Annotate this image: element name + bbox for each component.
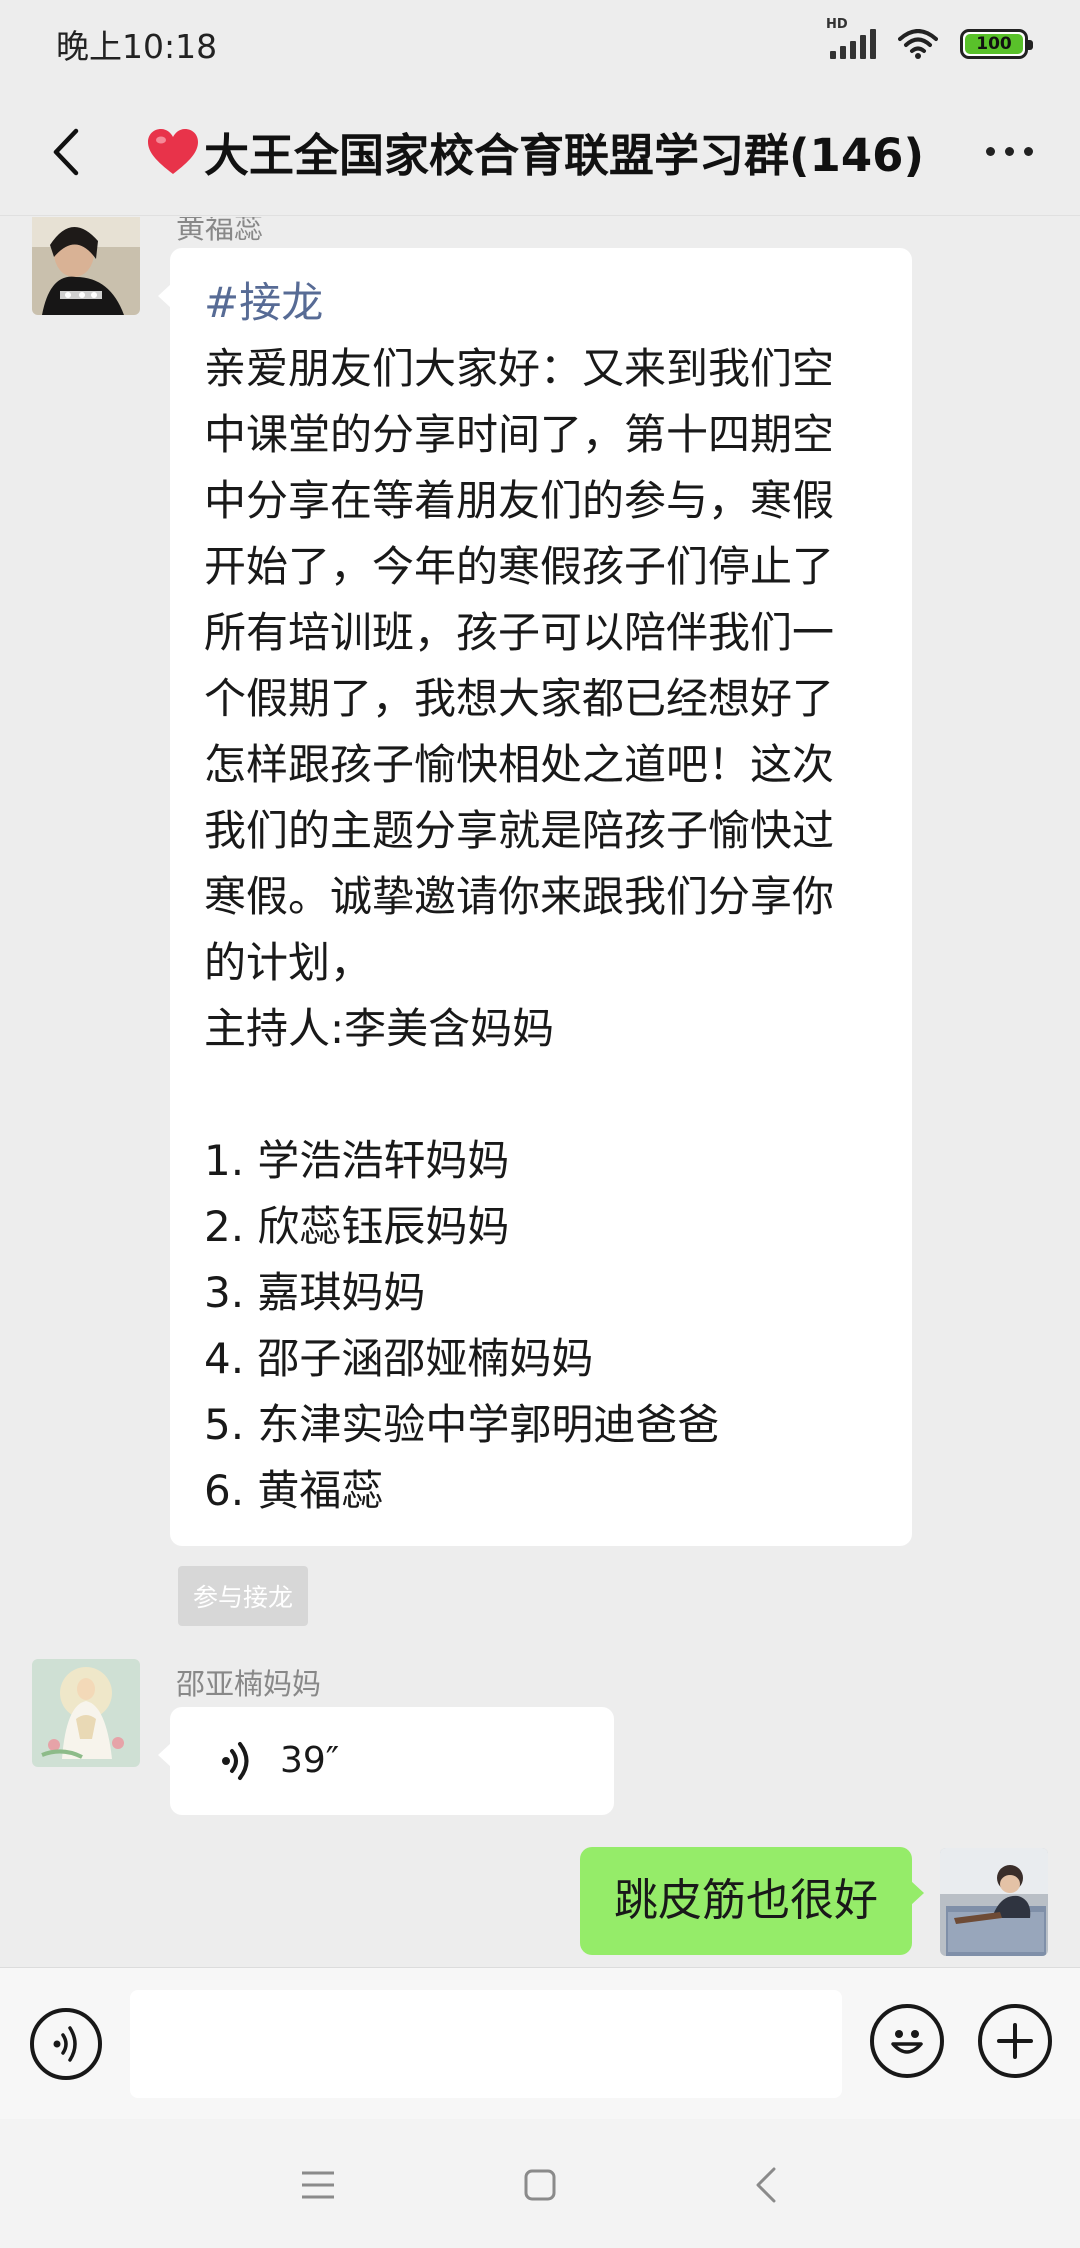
- voice-wave-icon: [53, 2026, 77, 2062]
- status-time: 晚上10:18: [56, 27, 218, 66]
- wifi-icon: [898, 29, 938, 59]
- message-line: 开始了，今年的寒假孩子们停止了: [204, 542, 835, 591]
- battery-icon: 100: [960, 29, 1033, 59]
- message-line: 中分享在等着朋友们的参与，寒假: [204, 476, 835, 525]
- signal-icon: HD: [826, 17, 876, 59]
- chat-header: 大王全国家校合育联盟学习群(146): [0, 88, 1080, 216]
- input-bar: [0, 1967, 1080, 2119]
- status-bar: 晚上10:18 HD 100: [0, 0, 1080, 88]
- message-line: 个假期了，我想大家都已经想好了: [204, 674, 835, 723]
- my-avatar[interactable]: [940, 1848, 1048, 1956]
- jielong-list-item: 4. 邵子涵邵娅楠妈妈: [204, 1334, 594, 1383]
- sent-message-bubble[interactable]: 跳皮筋也很好: [580, 1847, 924, 1955]
- plus-icon: [997, 2023, 1033, 2059]
- status-icons: HD 100: [826, 17, 1033, 59]
- voice-play-icon: [222, 1742, 249, 1780]
- sender-name: 邵亚楠妈妈: [176, 1667, 322, 1701]
- sender-name: 黄福蕊: [176, 217, 264, 245]
- jielong-list-item: 1. 学浩浩轩妈妈: [204, 1136, 510, 1185]
- chat-area[interactable]: 黄福蕊 #接龙 亲爱朋友们大家好：又来到我们空 中课堂的分享时间了，第十四期空 …: [0, 217, 1080, 1967]
- home-square-icon: [524, 2169, 556, 2201]
- jielong-tag[interactable]: #接龙: [204, 270, 878, 336]
- message-line: 亲爱朋友们大家好：又来到我们空: [204, 344, 835, 393]
- avatar[interactable]: [32, 217, 140, 315]
- voice-message-bubble[interactable]: 39″: [158, 1707, 614, 1815]
- message-line: 怎样跟孩子愉快相处之道吧！这次: [204, 740, 835, 789]
- chat-title: 大王全国家校合育联盟学习群(146): [96, 119, 974, 184]
- more-button[interactable]: [974, 122, 1044, 182]
- menu-lines-icon: [302, 2171, 334, 2199]
- smiley-icon: [891, 2030, 923, 2054]
- join-jielong-button[interactable]: 参与接龙: [178, 1566, 308, 1626]
- back-triangle-icon: [756, 2167, 776, 2203]
- network-label: HD: [826, 17, 848, 32]
- jielong-list-item: 3. 嘉琪妈妈: [204, 1268, 426, 1317]
- battery-level: 100: [976, 34, 1012, 54]
- message-line: 我们的主题分享就是陪孩子愉快过: [204, 806, 835, 855]
- red-heart-icon: [147, 128, 198, 174]
- back-button[interactable]: [36, 122, 96, 182]
- chevron-left-icon: [53, 128, 79, 175]
- jielong-list-item: 5. 东津实验中学郭明迪爸爸: [204, 1400, 720, 1449]
- host-line: 主持人:李美含妈妈: [204, 1004, 555, 1053]
- message-line: 的计划，: [204, 938, 373, 987]
- chat-title-text: 大王全国家校合育联盟学习群(146): [203, 129, 925, 182]
- message-line: 所有培训班，孩子可以陪伴我们一: [204, 608, 835, 657]
- nav-menu-button[interactable]: [288, 2155, 348, 2215]
- message-line: 寒假。诚挚邀请你来跟我们分享你: [204, 872, 835, 921]
- voice-input-toggle[interactable]: [30, 2008, 102, 2080]
- message-line: 中课堂的分享时间了，第十四期空: [204, 410, 835, 459]
- emoji-button[interactable]: [870, 2004, 944, 2078]
- jielong-message-bubble[interactable]: #接龙 亲爱朋友们大家好：又来到我们空 中课堂的分享时间了，第十四期空 中分享在…: [158, 248, 912, 1546]
- system-nav-bar: [0, 2119, 1080, 2248]
- message-input[interactable]: [130, 1990, 842, 2098]
- jielong-list-item: 6. 黄福蕊: [204, 1466, 384, 1515]
- avatar[interactable]: [32, 1659, 140, 1767]
- more-actions-button[interactable]: [978, 2004, 1052, 2078]
- voice-duration: 39″: [280, 1740, 340, 1781]
- jielong-list-item: 2. 欣蕊钰辰妈妈: [204, 1202, 510, 1251]
- nav-home-button[interactable]: [510, 2155, 570, 2215]
- nav-back-button[interactable]: [736, 2155, 796, 2215]
